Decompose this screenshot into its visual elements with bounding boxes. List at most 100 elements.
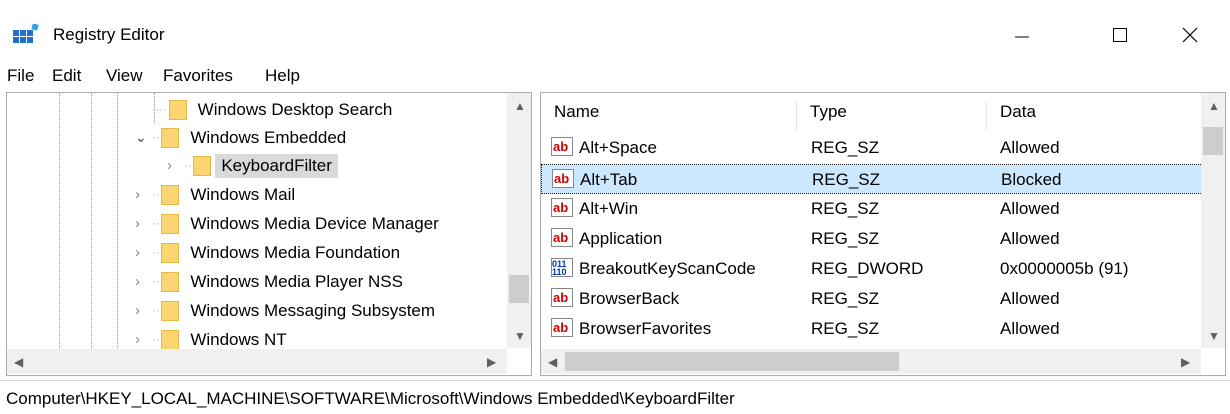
value-type: REG_SZ: [811, 229, 880, 248]
value-data: Blocked: [1001, 170, 1062, 189]
scroll-left-icon[interactable]: ◀: [548, 355, 557, 369]
tree-connector: ··: [152, 333, 160, 346]
tree-item-label: Windows Embedded: [190, 127, 347, 147]
column-header-name[interactable]: Name: [541, 102, 797, 130]
folder-icon: [161, 300, 180, 321]
tree-horizontal-scrollbar[interactable]: ◀ ▶: [7, 349, 507, 374]
value-row-selected[interactable]: ab Alt+Tab REG_SZ Blocked: [541, 164, 1203, 194]
value-name: Alt+Space: [579, 138, 657, 157]
status-bar: Computer\HKEY_LOCAL_MACHINE\SOFTWARE\Mic…: [0, 380, 1230, 414]
tree-item-windows-desktop-search[interactable]: ···· Windows Desktop Search: [152, 95, 392, 124]
tree-item-label: Windows NT: [190, 329, 287, 349]
column-header-data[interactable]: Data: [987, 102, 1207, 130]
string-value-icon: ab: [551, 228, 573, 247]
menu-edit[interactable]: Edit: [52, 66, 81, 86]
tree-item-windows-media-player-nss[interactable]: › ·· Windows Media Player NSS: [135, 267, 403, 296]
status-path: Computer\HKEY_LOCAL_MACHINE\SOFTWARE\Mic…: [6, 389, 735, 408]
folder-icon: [161, 184, 180, 205]
string-value-icon: ab: [551, 137, 573, 156]
menu-bar: File Edit View Favorites Help: [0, 66, 1230, 92]
maximize-icon: [1113, 28, 1127, 42]
value-data: Allowed: [1000, 199, 1060, 218]
values-horizontal-scrollbar-thumb[interactable]: [565, 352, 899, 371]
tree-connector: ····: [152, 103, 167, 116]
chevron-right-icon[interactable]: ›: [167, 157, 184, 174]
value-data: Allowed: [1000, 138, 1060, 157]
value-type: REG_SZ: [811, 289, 880, 308]
tree-item-windows-media-device-manager[interactable]: › ·· Windows Media Device Manager: [135, 209, 439, 238]
menu-file[interactable]: File: [7, 66, 34, 86]
tree-item-keyboardfilter[interactable]: › ·· KeyboardFilter: [167, 151, 338, 180]
scroll-down-icon[interactable]: ▼: [514, 329, 526, 343]
value-data: Allowed: [1000, 289, 1060, 308]
value-name: BrowserFavorites: [579, 319, 712, 338]
chevron-right-icon[interactable]: ›: [135, 244, 152, 261]
tree-guide-line: [117, 93, 118, 348]
scroll-down-icon[interactable]: ▼: [1208, 329, 1220, 343]
tree-item-label: Windows Mail: [190, 184, 296, 204]
maximize-button[interactable]: [1090, 14, 1150, 56]
title-bar: Registry Editor: [0, 0, 1230, 66]
column-header-type[interactable]: Type: [797, 102, 987, 130]
tree-connector: ··: [152, 246, 160, 259]
tree-item-windows-media-foundation[interactable]: › ·· Windows Media Foundation: [135, 238, 400, 267]
chevron-down-icon[interactable]: ⌄: [135, 129, 152, 146]
tree-item-label: Windows Desktop Search: [197, 99, 393, 119]
values-vertical-scrollbar-thumb[interactable]: [1203, 127, 1223, 155]
folder-icon: [161, 127, 180, 148]
scroll-right-icon[interactable]: ▶: [1181, 355, 1190, 369]
tree-connector: ··: [152, 188, 160, 201]
tree-vertical-scrollbar[interactable]: ▲ ▼: [507, 93, 531, 348]
value-name: Alt+Win: [579, 199, 639, 218]
tree-item-label: KeyboardFilter: [215, 153, 338, 178]
tree-item-windows-messaging-subsystem[interactable]: › ·· Windows Messaging Subsystem: [135, 296, 435, 325]
value-row[interactable]: ab Alt+Win REG_SZ Allowed: [541, 194, 1203, 224]
scroll-left-icon[interactable]: ◀: [14, 355, 23, 369]
menu-view[interactable]: View: [106, 66, 143, 86]
scroll-up-icon[interactable]: ▲: [1208, 99, 1220, 113]
value-type: REG_DWORD: [811, 259, 924, 278]
values-horizontal-scrollbar[interactable]: ◀ ▶: [541, 349, 1201, 374]
tree-item-label: Windows Media Player NSS: [190, 271, 403, 291]
value-row[interactable]: ab BrowserBack REG_SZ Allowed: [541, 284, 1203, 314]
value-row[interactable]: 011 110 BreakoutKeyScanCode REG_DWORD 0x…: [541, 254, 1203, 284]
values-vertical-scrollbar[interactable]: ▲ ▼: [1201, 93, 1225, 348]
tree-guide-line: [91, 93, 92, 348]
chevron-right-icon[interactable]: ›: [135, 273, 152, 290]
close-icon: [1182, 27, 1198, 43]
value-data: Allowed: [1000, 229, 1060, 248]
tree-vertical-scrollbar-thumb[interactable]: [509, 275, 529, 303]
binary-value-icon: 011 110: [551, 258, 573, 277]
folder-icon: [168, 99, 187, 120]
string-value-icon: ab: [552, 169, 574, 188]
tree-guide-line: [59, 93, 60, 348]
scroll-up-icon[interactable]: ▲: [514, 99, 526, 113]
registry-editor-icon: [13, 24, 39, 43]
tree-item-windows-mail[interactable]: › ·· Windows Mail: [135, 180, 295, 209]
key-tree-pane: ···· Windows Desktop Search ⌄ ·· Windows…: [6, 92, 532, 376]
chevron-right-icon[interactable]: ›: [135, 186, 152, 203]
menu-favorites[interactable]: Favorites: [163, 66, 233, 86]
tree-item-label: Windows Media Foundation: [190, 242, 401, 262]
menu-help[interactable]: Help: [265, 66, 300, 86]
minimize-button[interactable]: [992, 14, 1052, 56]
value-name: BreakoutKeyScanCode: [579, 259, 756, 278]
scroll-right-icon[interactable]: ▶: [487, 355, 496, 369]
folder-icon: [161, 213, 180, 234]
close-button[interactable]: [1160, 14, 1220, 56]
tree-connector: ··: [152, 131, 160, 144]
value-name: Alt+Tab: [580, 170, 638, 189]
window-title: Registry Editor: [53, 25, 165, 44]
chevron-right-icon[interactable]: ›: [135, 331, 152, 348]
value-row[interactable]: ab Application REG_SZ Allowed: [541, 224, 1203, 254]
value-row[interactable]: ab Alt+Space REG_SZ Allowed: [541, 133, 1203, 163]
value-name: Application: [579, 229, 663, 248]
chevron-right-icon[interactable]: ›: [135, 302, 152, 319]
folder-icon: [193, 155, 212, 176]
values-pane: Name Type Data ab Alt+Space REG_SZ Allow…: [540, 92, 1226, 376]
tree-item-label: Windows Media Device Manager: [190, 213, 439, 233]
tree-item-windows-embedded[interactable]: ⌄ ·· Windows Embedded: [135, 123, 346, 152]
value-row[interactable]: ab BrowserFavorites REG_SZ Allowed: [541, 314, 1203, 344]
chevron-right-icon[interactable]: ›: [135, 215, 152, 232]
tree-item-label: Windows Messaging Subsystem: [190, 300, 436, 320]
